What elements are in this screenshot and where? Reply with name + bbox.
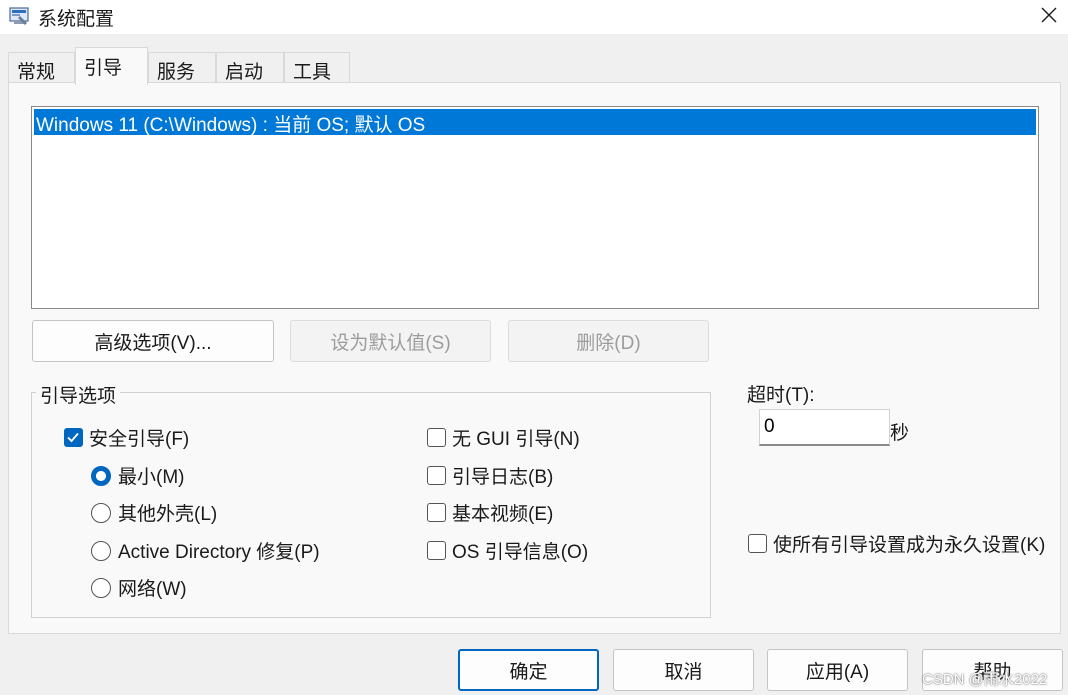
window-title: 系统配置 [38,9,115,30]
timeout-label: 超时(T): [747,385,815,406]
base-video-label: 基本视频(E) [452,504,554,525]
os-boot-info-label: OS 引导信息(O) [452,542,589,563]
tab-tools[interactable]: 工具 [284,52,350,84]
safe-boot-checkbox[interactable]: 安全引导(F) [64,424,189,451]
cancel-button[interactable]: 取消 [613,649,754,691]
permanent-settings-label: 使所有引导设置成为永久设置(K) [773,535,1046,556]
checkbox-box[interactable] [427,428,446,447]
tab-strip: 常规 引导 服务 启动 工具 [0,47,1068,85]
apply-button[interactable]: 应用(A) [767,649,908,691]
system-config-icon [9,7,29,25]
checkbox-box[interactable] [748,534,767,553]
os-list-item[interactable]: Windows 11 (C:\Windows) : 当前 OS; 默认 OS [34,109,1036,136]
checkmark-icon [67,432,79,443]
boot-log-checkbox[interactable]: 引导日志(B) [427,462,553,489]
tab-general[interactable]: 常规 [8,52,75,84]
checkbox-box[interactable] [64,428,83,447]
radio-ad-repair[interactable]: Active Directory 修复(P) [91,537,320,564]
radio-button[interactable] [91,465,111,486]
radio-network[interactable]: 网络(W) [91,574,187,601]
radio-button[interactable] [91,540,111,561]
checkbox-box[interactable] [427,503,446,522]
checkbox-box[interactable] [427,466,446,485]
os-boot-info-checkbox[interactable]: OS 引导信息(O) [427,537,588,564]
ok-button[interactable]: 确定 [458,649,599,691]
radio-ad-repair-label: Active Directory 修复(P) [118,542,320,563]
timeout-input[interactable] [759,409,890,446]
watermark: CSDN @雨水2022 [922,671,1048,688]
tab-services[interactable]: 服务 [148,52,216,84]
set-default-button[interactable]: 设为默认值(S) [290,320,491,362]
advanced-options-button[interactable]: 高级选项(V)... [32,320,274,362]
no-gui-boot-checkbox[interactable]: 无 GUI 引导(N) [427,424,580,451]
radio-minimal[interactable]: 最小(M) [91,462,184,489]
tab-startup[interactable]: 启动 [216,52,284,84]
checkbox-box[interactable] [427,541,446,560]
title-bar: 系统配置 [0,0,1068,34]
no-gui-boot-label: 无 GUI 引导(N) [452,429,580,450]
boot-options-legend: 引导选项 [36,381,121,408]
radio-network-label: 网络(W) [118,579,187,600]
close-icon [1041,7,1057,23]
close-button[interactable] [1030,0,1068,30]
radio-alternate-shell[interactable]: 其他外壳(L) [91,499,217,526]
radio-alternate-shell-label: 其他外壳(L) [118,504,218,525]
radio-minimal-label: 最小(M) [118,467,185,488]
boot-log-label: 引导日志(B) [452,467,554,488]
base-video-checkbox[interactable]: 基本视频(E) [427,499,553,526]
timeout-unit: 秒 [890,423,910,444]
tab-boot[interactable]: 引导 [75,47,148,85]
safe-boot-label: 安全引导(F) [89,429,190,450]
radio-button[interactable] [91,502,111,523]
delete-button[interactable]: 删除(D) [508,320,709,362]
permanent-settings-checkbox[interactable]: 使所有引导设置成为永久设置(K) [748,530,1045,557]
os-list[interactable]: Windows 11 (C:\Windows) : 当前 OS; 默认 OS [31,106,1039,309]
radio-button[interactable] [91,577,111,598]
